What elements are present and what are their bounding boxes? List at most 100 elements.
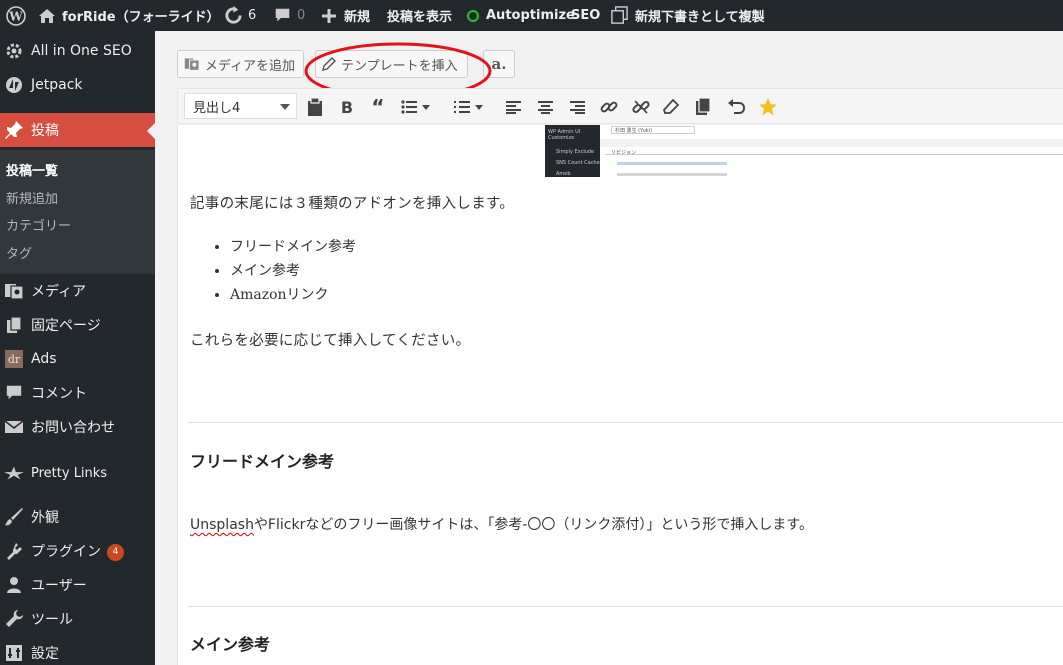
sidebar-item-label: ユーザー	[31, 578, 87, 594]
sidebar-item-users[interactable]: ユーザー	[0, 568, 155, 602]
blockquote-icon[interactable]: “	[366, 95, 390, 119]
duplicate-draft-link[interactable]: 新規下書きとして複製	[610, 0, 765, 31]
sidebar-item-label: メディア	[31, 284, 87, 300]
bullet-list-icon[interactable]	[397, 95, 421, 119]
sidebar-item-label: ツール	[31, 612, 73, 628]
ads-icon: dr	[4, 349, 24, 369]
sidebar-item-plugins[interactable]: プラグイン 4	[0, 534, 155, 568]
thumb-row	[617, 173, 727, 176]
heading-free-domain: フリードメイン参考	[190, 452, 335, 471]
view-post-link[interactable]: 投稿を表示	[387, 0, 452, 31]
new-content-link[interactable]: 新規	[322, 0, 370, 31]
bold-icon[interactable]: B	[335, 95, 359, 119]
sidebar-item-jetpack[interactable]: Jetpack	[0, 68, 155, 102]
thumb-band	[600, 139, 1063, 147]
media-icon	[184, 58, 200, 71]
copy-icon[interactable]	[691, 95, 715, 119]
submenu-item-tags[interactable]: タグ	[6, 243, 32, 262]
autoptimize-link[interactable]: Autoptimize	[467, 0, 575, 31]
svg-text:W: W	[8, 9, 23, 23]
settings-icon	[4, 643, 24, 663]
align-center-icon[interactable]	[533, 95, 557, 119]
admin-sidebar: All in One SEO Jetpack 投稿 投稿一覧 新規追加 カテゴリ…	[0, 31, 155, 665]
thumb-select: 杉田 勇生 (Yuki)	[611, 126, 695, 134]
thumb-menu-text: SNS Count Cache	[556, 160, 600, 166]
thumb-menu-text: Simply Exclude	[556, 149, 595, 155]
align-right-icon[interactable]	[565, 95, 589, 119]
sidebar-item-contact[interactable]: お問い合わせ	[0, 410, 155, 444]
status-dot-icon	[467, 9, 479, 22]
submenu-item-add-new[interactable]: 新規追加	[6, 188, 58, 207]
page-icon	[4, 315, 24, 335]
editor-toolbar: 見出し4 B “	[177, 88, 1063, 124]
insert-template-button[interactable]: テンプレートを挿入	[315, 50, 468, 78]
comments-link[interactable]: 0	[274, 0, 305, 31]
submenu-item-categories[interactable]: カテゴリー	[6, 215, 71, 234]
paste-icon[interactable]	[303, 95, 327, 119]
svg-text:dr: dr	[8, 353, 21, 366]
section-divider	[188, 422, 1063, 423]
thumb-sidebar: WP Admin UI Customize Simply Exclude SNS…	[545, 125, 600, 177]
gear-icon	[4, 41, 24, 61]
eraser-icon[interactable]	[659, 95, 683, 119]
amazon-button[interactable]: a.	[483, 50, 515, 78]
autoptimize-label: Autoptimize	[486, 8, 575, 23]
editor-content[interactable]: WP Admin UI Customize Simply Exclude SNS…	[177, 125, 1063, 665]
comments-count: 0	[297, 8, 306, 23]
sidebar-item-pages[interactable]: 固定ページ	[0, 308, 155, 342]
wrench-icon	[4, 609, 24, 629]
plugin-icon	[4, 541, 24, 561]
format-select[interactable]: 見出し4	[184, 93, 297, 119]
sidebar-item-pretty-links[interactable]: Pretty Links	[0, 456, 155, 490]
pencil-icon	[322, 57, 336, 71]
intro-paragraph: 記事の末尾には３種類のアドオンを挿入します。	[190, 196, 515, 212]
add-media-label: メディアを追加	[204, 58, 295, 74]
plus-icon	[322, 8, 336, 23]
sidebar-item-label: プラグイン 4	[31, 541, 124, 561]
site-name-link[interactable]: forRide（フォーライド）	[38, 0, 220, 31]
sidebar-item-all-in-one-seo[interactable]: All in One SEO	[0, 34, 155, 68]
star-icon[interactable]	[756, 95, 780, 119]
star-link-icon	[4, 463, 24, 483]
numbered-list-icon[interactable]	[450, 95, 474, 119]
sidebar-item-appearance[interactable]: 外観	[0, 500, 155, 534]
seo-link[interactable]: SEO	[571, 0, 600, 31]
chevron-down-icon[interactable]	[420, 95, 432, 119]
duplicate-icon	[611, 6, 628, 24]
addon-list: フリードメイン参考 メイン参考 Amazonリンク	[230, 235, 356, 307]
paragraph-text: やFlickrなどのフリー画像サイトは、「参考-〇〇（リンク添付）」という形で挿…	[253, 517, 813, 533]
jetpack-icon	[4, 75, 24, 95]
brush-icon	[4, 507, 24, 527]
sidebar-item-media[interactable]: メディア	[0, 274, 155, 308]
sidebar-item-label: Jetpack	[31, 77, 83, 93]
undo-icon[interactable]	[724, 95, 748, 119]
sidebar-item-posts[interactable]: 投稿	[0, 113, 155, 147]
thumb-menu-text: Ameb	[556, 171, 571, 177]
thumb-menu-text: WP Admin UI Customize	[548, 129, 581, 141]
sidebar-item-label: 設定	[31, 646, 59, 662]
wordpress-logo-icon[interactable]: W	[6, 0, 26, 31]
sidebar-item-settings[interactable]: 設定	[0, 636, 155, 665]
align-left-icon[interactable]	[501, 95, 525, 119]
heading-main-reference: メイン参考	[190, 635, 271, 654]
link-icon[interactable]	[597, 95, 621, 119]
list-item: メイン参考	[230, 259, 356, 283]
sidebar-item-ads[interactable]: dr Ads	[0, 342, 155, 376]
posts-submenu: 投稿一覧 新規追加 カテゴリー タグ	[0, 150, 155, 274]
site-name: forRide（フォーライド）	[62, 10, 220, 25]
unlink-icon[interactable]	[629, 95, 653, 119]
outro-paragraph: これらを必要に応じて挿入してください。	[190, 333, 471, 349]
add-media-button[interactable]: メディアを追加	[177, 50, 304, 78]
thumb-row	[617, 162, 727, 165]
sidebar-item-label: Pretty Links	[31, 465, 108, 481]
sidebar-item-comments[interactable]: コメント	[0, 376, 155, 410]
updates-link[interactable]: 6	[224, 0, 256, 31]
plugin-update-badge: 4	[107, 543, 124, 561]
sidebar-item-tools[interactable]: ツール	[0, 602, 155, 636]
thumb-select-text: 杉田 勇生 (Yuki)	[615, 128, 653, 134]
insert-template-label: テンプレートを挿入	[341, 58, 458, 74]
submenu-item-all-posts[interactable]: 投稿一覧	[6, 160, 58, 179]
sidebar-item-label: All in One SEO	[31, 43, 132, 59]
duplicate-draft-label: 新規下書きとして複製	[635, 10, 765, 25]
chevron-down-icon[interactable]	[473, 95, 485, 119]
